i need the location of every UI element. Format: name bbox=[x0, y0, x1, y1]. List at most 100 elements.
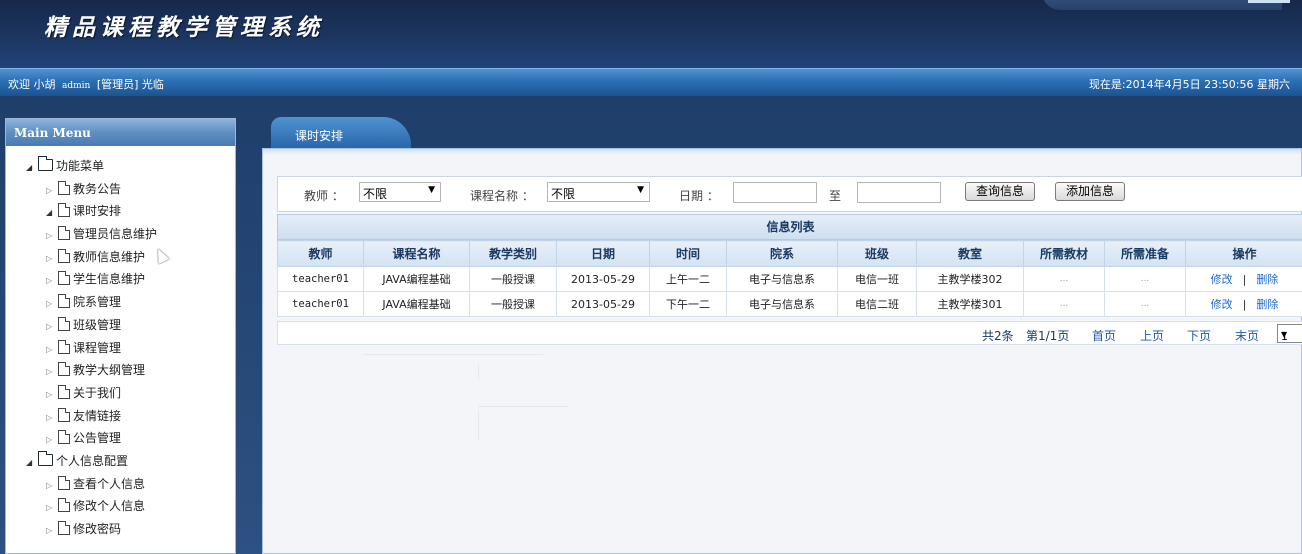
collapse-arrow-icon: ▷ bbox=[46, 231, 53, 241]
cell-course: JAVA编程基础 bbox=[363, 291, 470, 317]
date-label: 日期 ： bbox=[679, 189, 719, 203]
menu-item-label: 管理员信息维护 bbox=[73, 227, 158, 242]
action-separator: | bbox=[1242, 298, 1247, 311]
menu-item-label: 友情链接 bbox=[73, 408, 122, 423]
menu-item-links[interactable]: ▷ 友情链接 bbox=[6, 405, 235, 428]
course-select[interactable]: 不限 ▼ bbox=[547, 182, 650, 202]
menu-item-label: 查看个人信息 bbox=[73, 476, 146, 491]
course-select-value: 不限 bbox=[551, 187, 576, 201]
menu-item-label: 公告管理 bbox=[73, 431, 122, 446]
list-title: 信息列表 bbox=[277, 214, 1302, 240]
pager-prev-link[interactable]: 上页 bbox=[1140, 327, 1164, 344]
pager-page-info: 第1/1页 bbox=[1026, 329, 1070, 343]
pager-next-link[interactable]: 下页 bbox=[1187, 327, 1211, 344]
cell-time: 下午一二 bbox=[649, 291, 727, 317]
welcome-text: 欢迎 小胡 admin [管理员] 光临 bbox=[8, 76, 164, 92]
cell-class: 电信二班 bbox=[837, 291, 917, 317]
delete-link[interactable]: 删除 bbox=[1256, 273, 1278, 286]
col-header-time: 时间 bbox=[649, 240, 727, 267]
document-icon bbox=[58, 475, 70, 490]
collapse-arrow-icon: ▷ bbox=[46, 526, 53, 535]
edit-link[interactable]: 修改 bbox=[1211, 273, 1233, 286]
teacher-select-value: 不限 bbox=[363, 187, 388, 201]
teacher-select[interactable]: 不限 ▼ bbox=[359, 182, 441, 202]
cell-date: 2013-05-29 bbox=[556, 266, 650, 292]
menu-item-announcements[interactable]: ▷ 教务公告 bbox=[6, 178, 235, 201]
table-header-row: 教师 课程名称 教学类别 日期 时间 院系 班级 教室 所需教材 所需准备 操作 bbox=[277, 240, 1302, 267]
menu-item-courses[interactable]: ▷ 课程管理 bbox=[6, 337, 235, 360]
document-icon bbox=[58, 384, 70, 399]
pager-last-link[interactable]: 末页 bbox=[1235, 327, 1259, 344]
menu-item-teacher-info[interactable]: ▷ 教师信息维护 bbox=[6, 246, 235, 269]
document-icon bbox=[58, 180, 70, 195]
menu-item-student-info[interactable]: ▷ 学生信息维护 bbox=[6, 268, 235, 291]
col-header-actions: 操作 bbox=[1185, 240, 1302, 267]
menu-item-schedule[interactable]: ◢ 课时安排 bbox=[6, 200, 235, 223]
page-select[interactable]: 1 ▼ bbox=[1277, 324, 1302, 343]
document-icon bbox=[58, 339, 70, 354]
menu-item-classes[interactable]: ▷ 班级管理 bbox=[6, 314, 235, 337]
menu-item-label: 课程管理 bbox=[73, 340, 122, 355]
menu-item-label: 学生信息维护 bbox=[73, 272, 146, 287]
menu-group-personal[interactable]: ◢ 个人信息配置 bbox=[6, 450, 235, 473]
collapse-arrow-icon: ▷ bbox=[46, 503, 53, 513]
search-bar: 教师 ： 不限 ▼ 课程名称 ： 不限 ▼ 日期 ： 至 查询信息 添加信息 bbox=[277, 176, 1302, 212]
col-header-class: 班级 bbox=[837, 240, 917, 267]
menu-item-label: 教师信息维护 bbox=[73, 249, 146, 264]
menu-item-view-profile[interactable]: ▷ 查看个人信息 bbox=[6, 473, 235, 496]
faint-line bbox=[478, 406, 568, 407]
expand-arrow-icon: ◢ bbox=[46, 208, 53, 218]
expand-arrow-icon[interactable]: ◢ bbox=[26, 452, 38, 475]
cell-class: 电信一班 bbox=[837, 266, 917, 292]
menu-item-change-password[interactable]: ▷ 修改密码 bbox=[6, 518, 235, 541]
cell-actions: 修改 | 删除 bbox=[1185, 266, 1302, 292]
menu-item-departments[interactable]: ▷ 院系管理 bbox=[6, 291, 235, 314]
query-button[interactable]: 查询信息 bbox=[965, 182, 1035, 201]
faint-line bbox=[363, 354, 543, 355]
current-user: admin bbox=[62, 81, 91, 91]
pager-first-link[interactable]: 首页 bbox=[1092, 327, 1116, 344]
date-from-input[interactable] bbox=[733, 182, 817, 203]
header-decoration bbox=[1042, 0, 1282, 10]
menu-group-label: 个人信息配置 bbox=[56, 453, 129, 468]
menu-item-notice-admin[interactable]: ▷ 公告管理 bbox=[6, 427, 235, 450]
collapse-arrow-icon: ▷ bbox=[46, 480, 53, 490]
delete-link[interactable]: 删除 bbox=[1256, 298, 1278, 311]
col-header-date: 日期 bbox=[556, 240, 650, 267]
cell-textbook: ... bbox=[1023, 291, 1105, 317]
pager-total: 共2条 bbox=[982, 329, 1014, 343]
date-to-input[interactable] bbox=[857, 182, 941, 203]
edit-link[interactable]: 修改 bbox=[1211, 298, 1233, 311]
document-icon bbox=[58, 407, 70, 422]
document-icon bbox=[58, 316, 70, 331]
menu-item-about[interactable]: ▷ 关于我们 bbox=[6, 382, 235, 405]
document-icon bbox=[58, 498, 70, 513]
add-button[interactable]: 添加信息 bbox=[1055, 182, 1125, 201]
content-header-strip bbox=[263, 149, 1301, 154]
dropdown-arrow-icon: ▼ bbox=[637, 185, 644, 195]
document-icon bbox=[58, 294, 70, 309]
menu-group-label: 功能菜单 bbox=[56, 159, 105, 173]
menu-item-syllabus[interactable]: ▷ 教学大纲管理 bbox=[6, 359, 235, 382]
action-separator: | bbox=[1242, 273, 1247, 286]
content-panel: 教师 ： 不限 ▼ 课程名称 ： 不限 ▼ 日期 ： 至 查询信息 添加信息 信… bbox=[262, 148, 1302, 554]
col-header-course: 课程名称 bbox=[363, 240, 470, 267]
table-row: teacher01 JAVA编程基础 一般授课 2013-05-29 下午一二 … bbox=[277, 291, 1302, 317]
document-icon bbox=[58, 521, 70, 535]
faint-line bbox=[478, 364, 479, 379]
col-header-teacher: 教师 bbox=[277, 240, 364, 267]
document-icon bbox=[58, 203, 70, 218]
menu-group-functions[interactable]: ◢ 功能菜单 bbox=[6, 155, 235, 178]
teacher-label: 教师 ： bbox=[304, 189, 344, 203]
tab-schedule[interactable]: 课时安排 bbox=[271, 117, 411, 151]
col-header-department: 院系 bbox=[726, 240, 838, 267]
pagination: 共2条 第1/1页 首页 上页 下页 末页 1 ▼ bbox=[277, 321, 1302, 345]
current-datetime: 现在是:2014年4月5日 23:50:56 星期六 bbox=[1088, 78, 1290, 91]
app-header: 精品课程教学管理系统 bbox=[0, 0, 1302, 68]
col-header-preparation: 所需准备 bbox=[1104, 240, 1186, 267]
expand-arrow-icon[interactable]: ◢ bbox=[26, 157, 38, 180]
menu-item-admin-info[interactable]: ▷ 管理员信息维护 bbox=[6, 223, 235, 246]
menu-item-edit-profile[interactable]: ▷ 修改个人信息 bbox=[6, 495, 235, 518]
course-label: 课程名称 ： bbox=[470, 189, 534, 203]
cell-textbook: ... bbox=[1023, 266, 1105, 292]
